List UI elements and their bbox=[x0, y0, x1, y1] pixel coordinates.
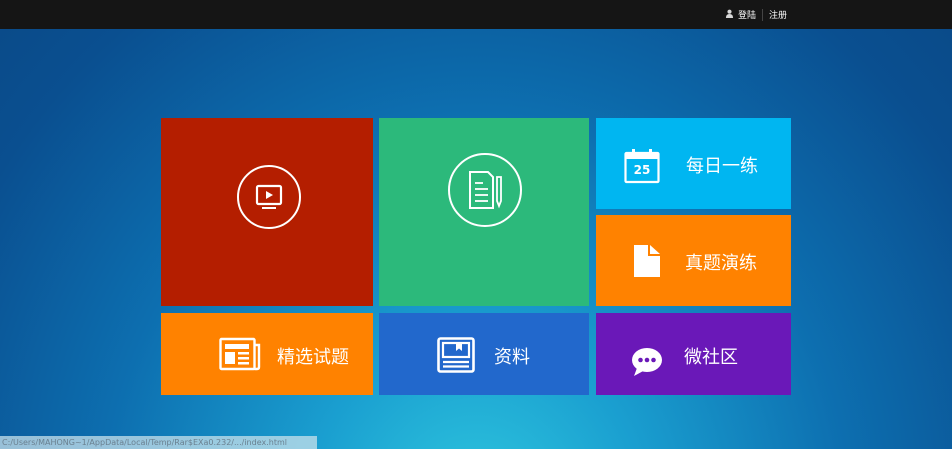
tile-selected-questions[interactable]: 精选试题 bbox=[161, 313, 373, 395]
tile-materials[interactable]: 资料 bbox=[379, 313, 589, 395]
browser-status-bar: C:/Users/MAHONG~1/AppData/Local/Temp/Rar… bbox=[0, 436, 317, 449]
document-icon bbox=[633, 244, 661, 282]
login-label[interactable]: 登陆 bbox=[738, 8, 756, 21]
tile-daily-practice[interactable]: 25 每日一练 bbox=[596, 118, 791, 209]
top-bar: 登陆 注册 bbox=[0, 0, 952, 29]
video-icon bbox=[237, 165, 301, 229]
calendar-day: 25 bbox=[633, 163, 651, 177]
header-divider bbox=[762, 9, 763, 21]
book-icon bbox=[437, 337, 475, 377]
tile-exam-practice[interactable]: 真题演练 bbox=[596, 215, 791, 306]
tile-video[interactable] bbox=[161, 118, 373, 306]
user-icon bbox=[725, 9, 734, 21]
exam-practice-label: 真题演练 bbox=[685, 253, 757, 274]
selected-questions-label: 精选试题 bbox=[277, 347, 349, 368]
chat-bubble-icon bbox=[631, 347, 663, 381]
register-link[interactable]: 注册 bbox=[769, 8, 787, 21]
materials-label: 资料 bbox=[494, 347, 530, 368]
newspaper-icon bbox=[219, 337, 261, 375]
micro-community-label: 微社区 bbox=[684, 347, 738, 368]
tile-notes[interactable] bbox=[379, 118, 589, 306]
tile-micro-community[interactable]: 微社区 bbox=[596, 313, 791, 395]
document-pen-icon bbox=[448, 153, 522, 227]
daily-practice-label: 每日一练 bbox=[686, 156, 758, 177]
login-link[interactable]: 登陆 bbox=[725, 0, 756, 29]
